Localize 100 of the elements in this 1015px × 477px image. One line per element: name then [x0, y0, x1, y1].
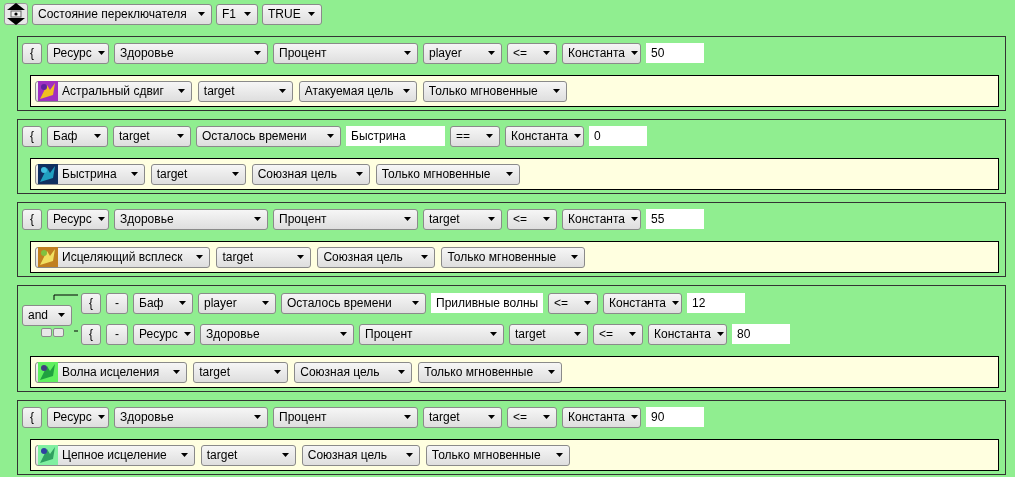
input-field[interactable]: Быстрина	[346, 126, 445, 146]
dropdown[interactable]: Осталось времени	[196, 125, 341, 147]
caret-icon	[281, 453, 289, 457]
caret-icon	[97, 217, 105, 221]
dropdown[interactable]: Только мгновенные	[422, 80, 567, 102]
dropdown[interactable]: player	[198, 292, 276, 314]
spell-dropdown[interactable]: Быстрина	[35, 163, 145, 185]
bracket-button[interactable]: {	[22, 125, 42, 147]
dropdown[interactable]: Союзная цель	[301, 444, 420, 466]
bracket-button[interactable]: {	[22, 406, 42, 428]
bracket-button[interactable]: {	[81, 323, 101, 345]
remove-button[interactable]: -	[106, 323, 128, 345]
caret-icon	[231, 172, 239, 176]
dropdown[interactable]: target	[193, 361, 289, 383]
spell-dropdown[interactable]: Исцеляющий всплеск	[35, 246, 211, 268]
dropdown[interactable]: target	[150, 163, 246, 185]
dropdown[interactable]: Ресурс	[47, 406, 109, 428]
dropdown[interactable]: Баф	[133, 292, 193, 314]
bracket-button[interactable]: {	[81, 292, 101, 314]
input-field[interactable]: 80	[732, 324, 790, 344]
dropdown[interactable]: <=	[548, 292, 598, 314]
dropdown[interactable]: F1	[216, 3, 258, 25]
dropdown[interactable]: Процент	[273, 42, 418, 64]
bracket-button[interactable]: {	[22, 208, 42, 230]
dropdown[interactable]: Константа	[562, 208, 641, 230]
dropdown[interactable]: Константа	[562, 42, 641, 64]
dropdown[interactable]: target	[200, 444, 296, 466]
dropdown[interactable]: <=	[507, 406, 557, 428]
dropdown[interactable]: Здоровье	[114, 406, 268, 428]
dropdown[interactable]: Только мгновенные	[418, 361, 563, 383]
dropdown[interactable]: player	[423, 42, 502, 64]
caret-icon	[548, 370, 556, 374]
dropdown[interactable]: Константа	[603, 292, 682, 314]
dropdown[interactable]: Баф	[47, 125, 108, 147]
logic-dropdown[interactable]: and	[22, 304, 72, 326]
caret-icon	[274, 370, 282, 374]
dropdown[interactable]: Только мгновенные	[441, 246, 586, 268]
input-field[interactable]: 12	[687, 293, 745, 313]
dropdown[interactable]: Только мгновенные	[375, 163, 520, 185]
dropdown[interactable]: Процент	[359, 323, 504, 345]
input-field[interactable]: 50	[646, 43, 704, 63]
caret-icon	[631, 415, 638, 419]
small-button[interactable]	[53, 327, 64, 337]
caret-icon	[398, 370, 406, 374]
spell-dropdown[interactable]: Астральный сдвиг	[35, 80, 192, 102]
dropdown[interactable]: Константа	[648, 323, 727, 345]
dropdown[interactable]: Процент	[273, 208, 418, 230]
caret-icon	[404, 51, 411, 55]
dropdown[interactable]: Процент	[273, 406, 418, 428]
caret-icon	[198, 12, 205, 16]
dropdown[interactable]: Константа	[562, 406, 641, 428]
dropdown[interactable]: Здоровье	[114, 42, 268, 64]
dropdown[interactable]: TRUE	[262, 3, 322, 25]
input-field[interactable]: 55	[646, 209, 704, 229]
dropdown[interactable]: target	[197, 80, 293, 102]
caret-icon	[584, 301, 591, 305]
small-button[interactable]	[41, 327, 52, 337]
spell-dropdown[interactable]: Волна исцеления	[35, 361, 188, 383]
dropdown[interactable]: Только мгновенные	[425, 444, 570, 466]
dropdown[interactable]: <=	[507, 208, 557, 230]
dropdown[interactable]: Союзная цель	[317, 246, 436, 268]
caret-icon	[412, 301, 419, 305]
dropdown[interactable]: Состояние переключателя	[32, 3, 212, 25]
caret-icon	[543, 415, 550, 419]
caret-icon	[278, 89, 286, 93]
dropdown[interactable]: Ресурс	[47, 208, 109, 230]
input-field[interactable]: Приливные волны	[431, 293, 543, 313]
dropdown[interactable]: Ресурс	[133, 323, 195, 345]
caret-icon	[404, 415, 411, 419]
dropdown[interactable]: ==	[450, 125, 500, 147]
dropdown[interactable]: target	[113, 125, 191, 147]
dropdown[interactable]: Здоровье	[114, 208, 268, 230]
dropdown[interactable]: target	[509, 323, 588, 345]
caret-icon	[717, 332, 724, 336]
caret-icon	[254, 415, 261, 419]
dropdown[interactable]: target	[423, 208, 502, 230]
dropdown[interactable]: target	[423, 406, 502, 428]
input-field[interactable]: 90	[646, 407, 704, 427]
dropdown[interactable]: <=	[507, 42, 557, 64]
dropdown[interactable]: Союзная цель	[251, 163, 370, 185]
spell-dropdown[interactable]: Цепное исцеление	[35, 444, 195, 466]
dropdown[interactable]: target	[216, 246, 312, 268]
dropdown[interactable]: <=	[593, 323, 643, 345]
input-field[interactable]: 0	[589, 126, 647, 146]
dropdown[interactable]: Константа	[505, 125, 584, 147]
caret-icon	[488, 415, 495, 419]
dropdown[interactable]: Ресурс	[47, 42, 109, 64]
remove-button[interactable]: -	[106, 292, 128, 314]
dropdown[interactable]: Осталось времени	[281, 292, 426, 314]
caret-icon	[631, 217, 638, 221]
dropdown[interactable]: Атакуемая цель	[298, 80, 417, 102]
dropdown[interactable]: Союзная цель	[294, 361, 413, 383]
caret-icon	[555, 453, 563, 457]
dropdown[interactable]: Здоровье	[200, 323, 354, 345]
spell-icon	[38, 445, 58, 465]
bracket-button[interactable]: {	[22, 42, 42, 64]
caret-icon	[173, 370, 181, 374]
caret-icon	[327, 134, 334, 138]
caret-icon	[486, 134, 493, 138]
caret-icon	[340, 332, 347, 336]
